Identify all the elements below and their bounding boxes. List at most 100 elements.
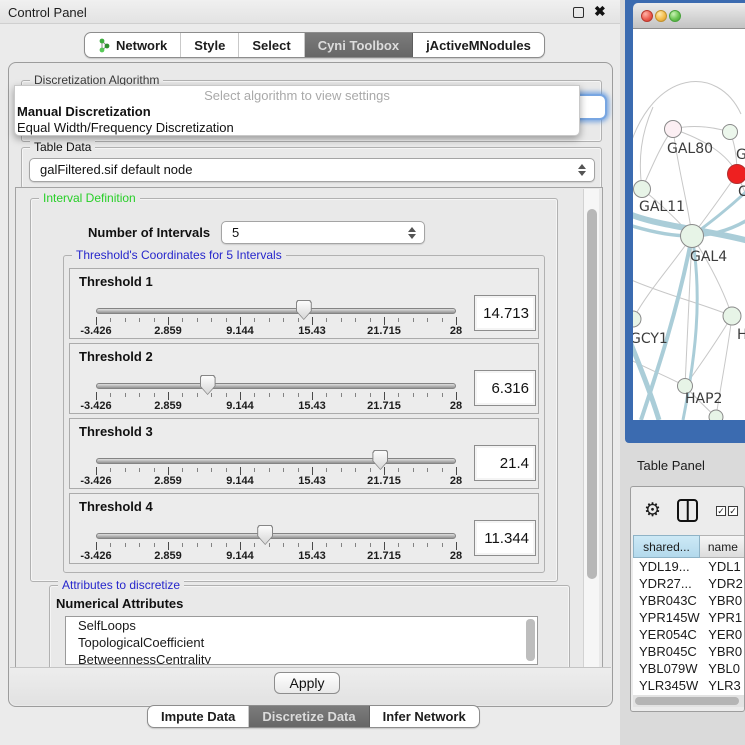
float-window-icon[interactable]	[573, 7, 584, 18]
threshold-slider-thumb[interactable]	[296, 300, 312, 320]
panel-scrollbar-thumb[interactable]	[587, 209, 597, 579]
tab-network[interactable]: Network	[85, 33, 181, 57]
tab-cyni-toolbox[interactable]: Cyni Toolbox	[305, 33, 413, 57]
slider-major-tick	[384, 542, 385, 550]
threshold-value-field[interactable]: 6.316	[474, 370, 536, 406]
control-panel-titlebar: Control Panel ✖	[0, 0, 620, 24]
apply-button[interactable]: Apply	[274, 672, 340, 694]
table-horizontal-scrollbar[interactable]	[633, 695, 745, 707]
attribute-list-item[interactable]: BetweennessCentrality	[66, 651, 537, 665]
gear-icon[interactable]: ⚙	[644, 501, 661, 520]
slider-tick-label: 2.859	[154, 400, 182, 412]
column-header-name[interactable]: name	[700, 535, 745, 558]
slider-minor-tick	[398, 468, 399, 472]
slider-minor-tick	[226, 318, 227, 322]
slider-major-tick	[312, 467, 313, 475]
threshold-value-field[interactable]: 14.713	[474, 295, 536, 331]
slider-minor-tick	[197, 468, 198, 472]
slider-minor-tick	[283, 543, 284, 547]
slider-tick-label: -3.426	[80, 550, 111, 562]
threshold-slider-thumb[interactable]	[200, 375, 216, 395]
network-canvas[interactable]: GAL80GCGAL11GAL4GCY1HHAP2	[633, 29, 745, 420]
threshold-value-field[interactable]: 21.4	[474, 445, 536, 481]
cell-name: YBL0	[700, 660, 745, 677]
slider-minor-tick	[355, 393, 356, 397]
network-node[interactable]	[665, 121, 682, 138]
network-node[interactable]	[681, 225, 704, 248]
table-data-combobox[interactable]: galFiltered.sif default node	[29, 158, 595, 182]
threshold-slider-thumb[interactable]	[372, 450, 388, 470]
network-node[interactable]	[634, 181, 651, 198]
threshold-slider-track[interactable]	[96, 458, 456, 464]
network-node[interactable]	[723, 125, 738, 140]
tab-select[interactable]: Select	[239, 33, 304, 57]
algorithm-option-manual[interactable]: Manual Discretization	[17, 104, 151, 119]
table-row[interactable]: YER054CYER0	[633, 626, 745, 643]
column-header-shared-name[interactable]: shared...	[633, 535, 700, 558]
slider-tick-label: 28	[450, 475, 462, 487]
attribute-list-item[interactable]: TopologicalCoefficient	[66, 634, 537, 651]
network-node[interactable]	[728, 165, 745, 184]
tab-style[interactable]: Style	[181, 33, 239, 57]
slider-minor-tick	[139, 318, 140, 322]
table-row[interactable]: YDL19...YDL1	[633, 558, 745, 575]
cyni-toolbox-panel: Discretization Algorithm Select algorith…	[8, 62, 613, 707]
table-row[interactable]: YBR045CYBR0	[633, 643, 745, 660]
table-panel-title: Table Panel	[637, 458, 705, 473]
column-layout-icon[interactable]	[677, 499, 698, 522]
threshold-panel-2: Threshold 2-3.4262.8599.14415.4321.71528…	[69, 343, 539, 414]
threshold-value-field[interactable]: 11.344	[474, 520, 536, 556]
cell-shared-name: YBR045C	[633, 643, 700, 660]
threshold-slider-track[interactable]	[96, 383, 456, 389]
control-panel-tab-bar: NetworkStyle Select Cyni Toolbox jActiveMNo…	[84, 32, 545, 58]
network-node[interactable]	[633, 311, 641, 327]
network-node[interactable]	[709, 410, 723, 420]
close-icon[interactable]: ✖	[594, 3, 606, 20]
tab-impute-data[interactable]: Impute Data	[148, 706, 249, 727]
threshold-slider-thumb[interactable]	[257, 525, 273, 545]
cell-name: YBR0	[700, 643, 745, 660]
tab-jactivemnodules[interactable]: jActiveMNodules	[413, 33, 544, 57]
number-of-intervals-combobox[interactable]: 5	[221, 221, 425, 244]
tab-label: Discretize Data	[262, 709, 355, 724]
select-columns-icon[interactable]: ✓ ✓	[716, 506, 738, 516]
number-of-intervals-label: Number of Intervals	[88, 225, 210, 240]
algorithm-hint: Select algorithm to view settings	[15, 88, 579, 103]
slider-tick-label: 15.43	[298, 325, 326, 337]
table-horizontal-scrollbar-thumb[interactable]	[635, 697, 739, 705]
slider-minor-tick	[283, 468, 284, 472]
threshold-slider-track[interactable]	[96, 533, 456, 539]
attributes-list-scrollbar[interactable]	[526, 619, 535, 661]
attribute-list-item[interactable]: SelfLoops	[66, 617, 537, 634]
slider-minor-tick	[197, 393, 198, 397]
table-rows[interactable]: YDL19...YDL1YDR27...YDR2YBR043CYBR0YPR14…	[633, 558, 745, 695]
interval-definition-group: Interval Definition Number of Intervals …	[30, 198, 558, 582]
close-traffic-light-icon[interactable]	[641, 10, 653, 22]
network-node[interactable]	[723, 307, 741, 325]
slider-major-tick	[456, 317, 457, 325]
slider-minor-tick	[211, 468, 212, 472]
table-row[interactable]: YDR27...YDR2	[633, 575, 745, 592]
tab-label: Cyni Toolbox	[318, 38, 399, 53]
tab-infer-network[interactable]: Infer Network	[370, 706, 479, 727]
minimize-traffic-light-icon[interactable]	[655, 10, 667, 22]
network-node-label: HAP2	[685, 391, 722, 407]
slider-minor-tick	[341, 393, 342, 397]
threshold-slider-track[interactable]	[96, 308, 456, 314]
table-row[interactable]: YBL079WYBL0	[633, 660, 745, 677]
slider-minor-tick	[442, 393, 443, 397]
tab-label: Select	[252, 38, 290, 53]
control-panel-title: Control Panel	[8, 5, 87, 20]
tab-discretize-data[interactable]: Discretize Data	[249, 706, 369, 727]
zoom-traffic-light-icon[interactable]	[669, 10, 681, 22]
panel-scrollbar[interactable]	[583, 189, 599, 669]
table-row[interactable]: YBR043CYBR0	[633, 592, 745, 609]
numerical-attributes-label: Numerical Attributes	[56, 596, 183, 611]
table-row[interactable]: YLR345WYLR3	[633, 677, 745, 694]
slider-minor-tick	[110, 318, 111, 322]
table-row[interactable]: YPR145WYPR1	[633, 609, 745, 626]
algorithm-option-equal-width[interactable]: Equal Width/Frequency Discretization	[17, 120, 234, 135]
slider-minor-tick	[226, 393, 227, 397]
settings-scroll-panel: Interval Definition Number of Intervals …	[15, 187, 603, 669]
numerical-attributes-list[interactable]: SelfLoopsTopologicalCoefficientBetweenne…	[65, 616, 538, 665]
